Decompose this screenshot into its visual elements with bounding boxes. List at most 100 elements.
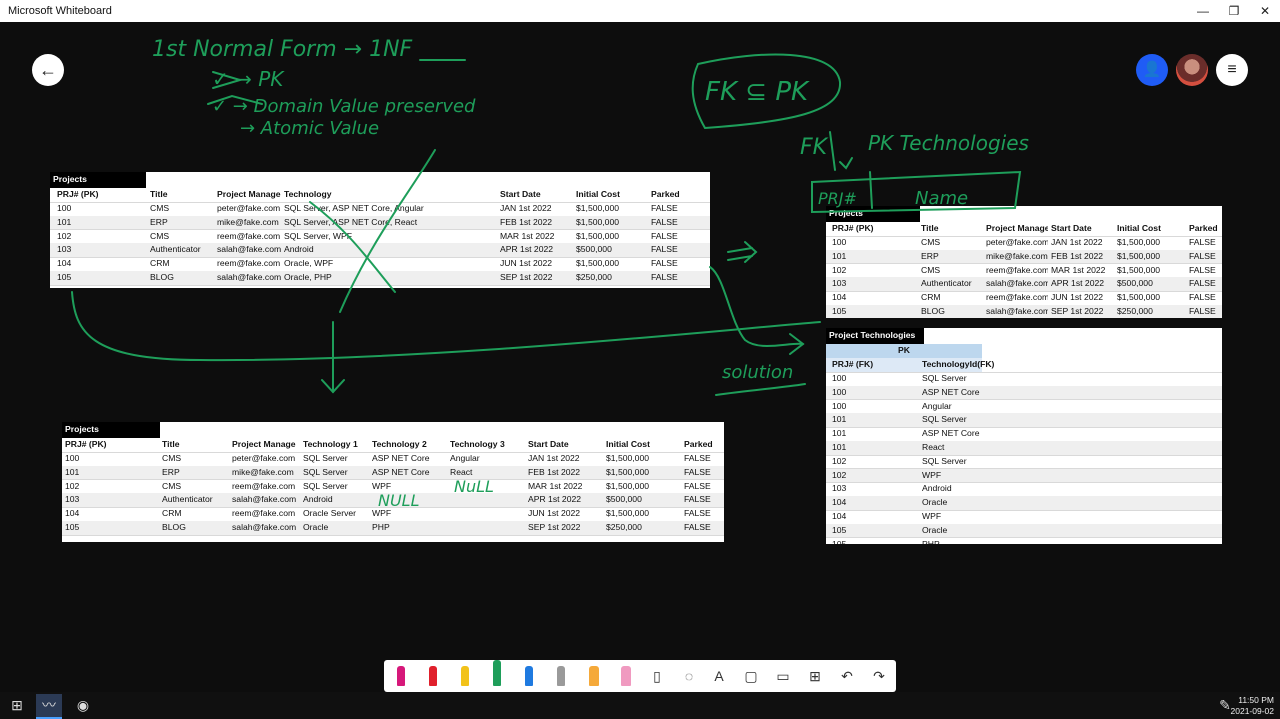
table-cell[interactable]: FALSE xyxy=(681,521,724,534)
table-cell[interactable]: FALSE xyxy=(648,202,710,215)
table-row[interactable]: 103 Authenticator salah@fake.com Android APR… xyxy=(62,493,724,508)
table-cell[interactable]: MAR 1st 2022 xyxy=(1048,264,1114,277)
table-cell[interactable]: JUN 1st 2022 xyxy=(497,257,573,270)
table-cell[interactable]: SEP 1st 2022 xyxy=(1048,305,1114,318)
table-cell[interactable]: 103 xyxy=(829,482,919,495)
table-cell[interactable]: Angular xyxy=(447,452,525,465)
table-cell[interactable]: $1,500,000 xyxy=(573,257,648,270)
column-header[interactable]: Start Date xyxy=(525,438,603,451)
table-cell[interactable]: FEB 1st 2022 xyxy=(525,466,603,479)
table-cell[interactable]: JUN 1st 2022 xyxy=(525,507,603,520)
table-cell[interactable]: peter@fake.com xyxy=(214,202,281,215)
table-cell[interactable]: FALSE xyxy=(1186,305,1222,318)
table-cell[interactable]: Oracle xyxy=(919,524,1222,537)
table-cell[interactable]: 105 xyxy=(829,538,919,544)
table-cell[interactable]: JAN 1st 2022 xyxy=(1048,236,1114,249)
table-cell[interactable]: 101 xyxy=(62,466,159,479)
table-cell[interactable]: PHP xyxy=(919,538,1222,544)
pen-gray-button[interactable] xyxy=(548,664,574,690)
table-cell[interactable]: SQL Server xyxy=(300,466,369,479)
table-row[interactable]: 100 SQL Server xyxy=(826,372,1222,387)
table-row[interactable]: 100 Angular xyxy=(826,400,1222,415)
table-row[interactable]: 102 WPF xyxy=(826,468,1222,484)
table-cell[interactable]: 104 xyxy=(62,507,159,520)
column-header[interactable]: PRJ# (PK) xyxy=(54,188,147,201)
table-cell[interactable]: ASP NET Core xyxy=(369,452,447,465)
table-row[interactable]: 104 Oracle xyxy=(826,496,1222,511)
table-cell[interactable]: WPF xyxy=(369,480,447,493)
table-cell[interactable]: FALSE xyxy=(1186,236,1222,249)
table-row[interactable]: 104 CRM reem@fake.com JUN 1st 2022 $1,500,00… xyxy=(826,291,1222,306)
table-cell[interactable]: SQL Server, ASP NET Core, React xyxy=(281,216,497,229)
table-cell[interactable]: Oracle xyxy=(300,521,369,534)
table-cell[interactable]: reem@fake.com xyxy=(214,230,281,243)
table-cell[interactable]: 104 xyxy=(829,291,918,304)
table-cell[interactable]: $1,500,000 xyxy=(603,480,681,493)
back-button[interactable]: ← xyxy=(32,54,64,86)
table-row[interactable]: 102 CMS reem@fake.com MAR 1st 2022 $1,500,00… xyxy=(826,264,1222,279)
table-cell[interactable]: FALSE xyxy=(1186,250,1222,263)
table-cell[interactable]: 103 xyxy=(829,277,918,290)
table-cell[interactable]: APR 1st 2022 xyxy=(497,243,573,256)
column-header[interactable]: Project Manage xyxy=(229,438,300,451)
table-cell[interactable]: $1,500,000 xyxy=(603,507,681,520)
table-cell[interactable]: reem@fake.com xyxy=(229,507,300,520)
table-cell[interactable]: salah@fake.com xyxy=(983,305,1048,318)
undo-button[interactable]: ↶ xyxy=(834,664,860,690)
table-cell[interactable]: 105 xyxy=(54,271,147,284)
table-cell[interactable]: WPF xyxy=(919,469,1222,482)
column-header[interactable]: Start Date xyxy=(1048,222,1114,235)
table-cell[interactable]: $1,500,000 xyxy=(573,230,648,243)
pen-blue-button[interactable] xyxy=(516,664,542,690)
table-cell[interactable]: FALSE xyxy=(648,257,710,270)
column-header[interactable]: TechnologyId(FK) xyxy=(919,358,1222,371)
table-row[interactable]: 102 SQL Server xyxy=(826,455,1222,470)
table-cell[interactable]: JAN 1st 2022 xyxy=(497,202,573,215)
table-cell[interactable]: ASP NET Core xyxy=(919,386,1222,399)
table-cell[interactable]: $250,000 xyxy=(1114,305,1186,318)
table-row[interactable]: 100 ASP NET Core xyxy=(826,385,1222,401)
table-cell[interactable]: CMS xyxy=(147,230,214,243)
redo-button[interactable]: ↷ xyxy=(866,664,892,690)
maximize-button[interactable]: ❐ xyxy=(1219,2,1249,20)
table-cell[interactable]: MAR 1st 2022 xyxy=(525,480,603,493)
table-row[interactable]: 105 BLOG salah@fake.com Oracle PHP SEP 1st 20… xyxy=(62,521,724,536)
column-header[interactable]: Technology 2 xyxy=(369,438,447,451)
table-cell[interactable]: ASP NET Core xyxy=(919,427,1222,440)
table-cell[interactable]: BLOG xyxy=(159,521,229,534)
table-cell[interactable]: 101 xyxy=(829,250,918,263)
table-cell[interactable]: FEB 1st 2022 xyxy=(497,216,573,229)
table-row[interactable]: 101 React xyxy=(826,441,1222,456)
table-cell[interactable]: mike@fake.com xyxy=(229,466,300,479)
table-cell[interactable]: reem@fake.com xyxy=(214,257,281,270)
table-cell[interactable]: $500,000 xyxy=(1114,277,1186,290)
image-button[interactable]: ▭ xyxy=(770,664,796,690)
column-header[interactable]: Technology 1 xyxy=(300,438,369,451)
table-cell[interactable]: 101 xyxy=(829,427,919,440)
table-cell[interactable]: 102 xyxy=(62,480,159,493)
table-cell[interactable]: mike@fake.com xyxy=(214,216,281,229)
table-cell[interactable]: WPF xyxy=(919,510,1222,523)
note-button[interactable]: ▢ xyxy=(738,664,764,690)
table-cell[interactable]: APR 1st 2022 xyxy=(525,493,603,506)
table-cell[interactable]: $500,000 xyxy=(603,493,681,506)
menu-icon[interactable]: ≡ xyxy=(1216,54,1248,86)
table-cell[interactable]: FALSE xyxy=(1186,277,1222,290)
table-row[interactable]: 105 BLOG salah@fake.com SEP 1st 2022 $250,00… xyxy=(826,305,1222,318)
column-header[interactable]: Technology xyxy=(281,188,497,201)
table-cell[interactable]: Oracle, WPF xyxy=(281,257,497,270)
table-cell[interactable]: 103 xyxy=(54,243,147,256)
table-cell[interactable]: Android xyxy=(919,482,1222,495)
table-row[interactable]: 101 ERP mike@fake.com FEB 1st 2022 $1,500,00… xyxy=(826,249,1222,265)
table-cell[interactable]: FALSE xyxy=(681,480,724,493)
table-row[interactable]: 100 CMS peter@fake.com JAN 1st 2022 $1,500,0… xyxy=(826,236,1222,251)
windows-start-icon[interactable]: ⊞ xyxy=(4,694,30,717)
table-cell[interactable]: $1,500,000 xyxy=(1114,250,1186,263)
column-header[interactable]: Title xyxy=(159,438,229,451)
table-cell[interactable]: SQL Server xyxy=(300,452,369,465)
table-cell[interactable]: 100 xyxy=(54,202,147,215)
table-cell[interactable]: 100 xyxy=(62,452,159,465)
table-cell[interactable]: 105 xyxy=(62,521,159,534)
table-cell[interactable]: 101 xyxy=(829,441,919,454)
table-cell[interactable]: APR 1st 2022 xyxy=(1048,277,1114,290)
